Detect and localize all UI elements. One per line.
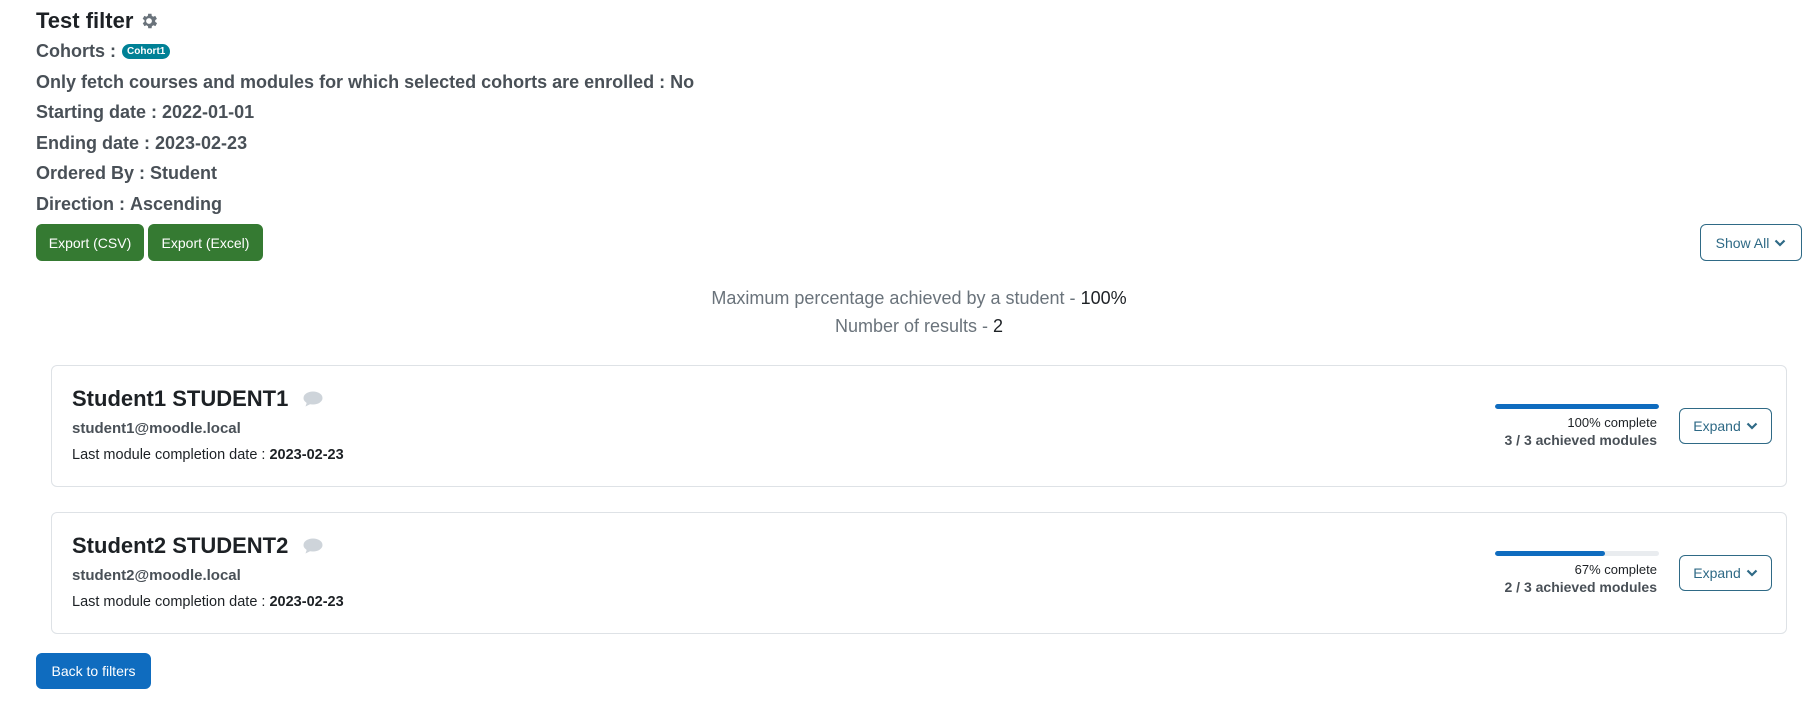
ordered-by-row: Ordered By : Student: [36, 158, 1786, 189]
student-email: student1@moodle.local: [72, 420, 241, 437]
cohorts-row: Cohorts : Cohort1: [36, 36, 1786, 67]
direction-label: Direction :: [36, 193, 126, 214]
end-date-value: 2023-02-23: [155, 132, 248, 153]
expand-label: Expand: [1693, 565, 1741, 581]
progress-bar: [1495, 551, 1659, 556]
student-name: Student1 STUDENT1: [72, 386, 289, 411]
ordered-by-value: Student: [150, 163, 218, 183]
last-completion: Last module completion date : 2023-02-23: [72, 594, 344, 610]
student-card: Student1 STUDENT1 student1@moodle.local …: [51, 365, 1787, 487]
comment-icon[interactable]: [302, 390, 324, 408]
show-all-label: Show All: [1715, 234, 1770, 251]
filter-summary: Test filter Cohorts : Cohort1 Only fetch…: [36, 6, 1786, 219]
max-percentage-value: 100%: [1080, 288, 1127, 308]
direction-value: Ascending: [130, 193, 223, 214]
direction-row: Direction : Ascending: [36, 189, 1786, 220]
expand-button[interactable]: Expand: [1679, 408, 1772, 444]
chevron-down-icon: [1774, 238, 1786, 248]
student-email: student2@moodle.local: [72, 567, 241, 584]
percent-complete: 67% complete: [1574, 562, 1657, 577]
title-row: Test filter: [36, 6, 1786, 36]
student-name-row: Student2 STUDENT2: [72, 533, 324, 559]
max-percentage-summary: Maximum percentage achieved by a student…: [0, 288, 1813, 309]
back-to-filters-button[interactable]: Back to filters: [36, 653, 151, 689]
end-date-row: Ending date : 2023-02-23: [36, 128, 1786, 159]
comment-icon[interactable]: [302, 537, 324, 555]
achieved-modules: 3 / 3 achieved modules: [1504, 432, 1657, 448]
enrolled-label: Only fetch courses and modules for which…: [36, 71, 666, 92]
expand-label: Expand: [1693, 418, 1741, 434]
progress-bar: [1495, 404, 1659, 409]
results-count-summary: Number of results - 2: [0, 316, 1813, 337]
gear-icon[interactable]: [139, 11, 159, 31]
start-date-value: 2022-01-01: [162, 102, 255, 122]
start-date-label: Starting date :: [36, 102, 158, 122]
end-date-label: Ending date :: [36, 132, 150, 153]
export-excel-button[interactable]: Export (Excel): [148, 224, 263, 261]
student-name-row: Student1 STUDENT1: [72, 386, 324, 412]
show-all-button[interactable]: Show All: [1700, 224, 1802, 261]
expand-button[interactable]: Expand: [1679, 555, 1772, 591]
ordered-by-label: Ordered By :: [36, 163, 146, 183]
progress-fill: [1495, 551, 1605, 556]
last-completion-date: 2023-02-23: [269, 594, 344, 610]
results-count-label: Number of results -: [834, 316, 988, 336]
cohorts-label: Cohorts :: [36, 41, 116, 61]
percent-complete: 100% complete: [1567, 415, 1657, 430]
progress-fill: [1495, 404, 1659, 409]
achieved-modules: 2 / 3 achieved modules: [1504, 579, 1657, 595]
enrolled-value: No: [670, 71, 695, 92]
last-completion-label: Last module completion date :: [72, 594, 266, 610]
last-completion: Last module completion date : 2023-02-23: [72, 447, 344, 463]
cohort-badge: Cohort1: [122, 43, 171, 59]
enrolled-row: Only fetch courses and modules for which…: [36, 67, 1786, 98]
last-completion-label: Last module completion date :: [72, 447, 266, 463]
results-count-value: 2: [993, 316, 1004, 336]
chevron-down-icon: [1746, 421, 1758, 431]
student-name: Student2 STUDENT2: [72, 533, 289, 558]
start-date-row: Starting date : 2022-01-01: [36, 97, 1786, 128]
max-percentage-label: Maximum percentage achieved by a student…: [711, 288, 1076, 308]
export-csv-button[interactable]: Export (CSV): [36, 224, 144, 261]
last-completion-date: 2023-02-23: [269, 447, 344, 463]
chevron-down-icon: [1746, 568, 1758, 578]
page-title: Test filter: [36, 8, 134, 33]
student-card: Student2 STUDENT2 student2@moodle.local …: [51, 512, 1787, 634]
